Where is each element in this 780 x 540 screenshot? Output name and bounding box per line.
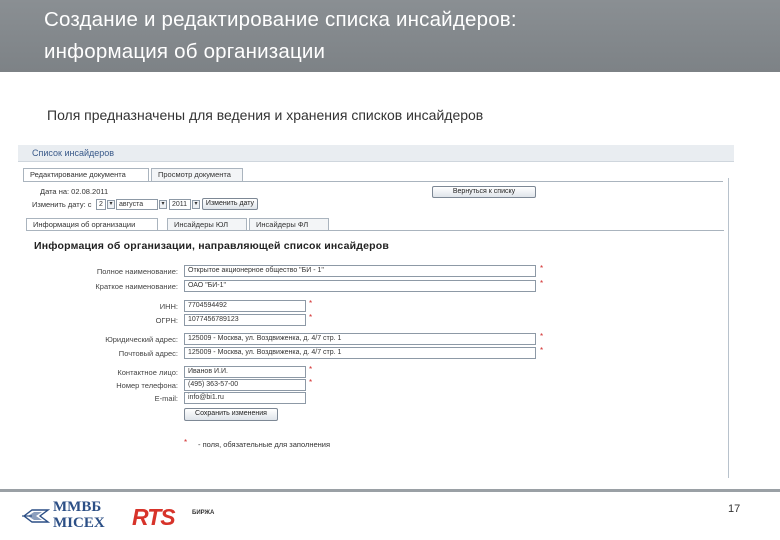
field-label: Номер телефона: [116,381,178,390]
field-label: Контактное лицо: [117,368,178,377]
micex-mark-icon [22,509,50,523]
change-date-label: Изменить дату: с [32,200,92,209]
ogrn-input[interactable]: 1077456789123 [184,314,306,326]
change-date-button[interactable]: Изменить дату [202,198,258,210]
required-star: * [540,346,544,355]
title-band: Создание и редактирование списка инсайде… [0,0,780,72]
year-select[interactable]: 2011 [169,199,191,210]
day-dropdown-arrow-icon[interactable]: ▾ [107,200,115,209]
field-label: Юридический адрес: [105,335,178,344]
email-input[interactable]: info@bi1.ru [184,392,306,404]
contact-person-input[interactable]: Иванов И.И. [184,366,306,378]
slide-title-line-1: Создание и редактирование списка инсайде… [44,8,517,31]
required-star: * [184,438,188,447]
tab-edit-document[interactable]: Редактирование документа [23,168,149,181]
field-label: ИНН: [159,302,178,311]
day-select[interactable]: 2 [96,199,106,210]
field-label: Краткое наименование: [95,282,178,291]
app-screenshot: Список инсайдеров Редактирование докумен… [18,145,734,482]
slide-subtitle: Поля предназначены для ведения и хранени… [47,107,484,123]
postal-address-input[interactable]: 125009 - Москва, ул. Воздвиженка, д. 4/7… [184,347,536,359]
inn-input[interactable]: 7704594492 [184,300,306,312]
micex-logo: ММВБ MICEX [22,498,114,534]
required-star: * [309,365,313,374]
app-header: Список инсайдеров [18,145,734,162]
required-star: * [540,332,544,341]
field-label: Полное наименование: [96,267,178,276]
month-select[interactable]: августа [116,199,158,210]
section-heading: Информация об организации, направляющей … [34,240,390,252]
date-label: Дата на: 02.08.2011 [40,187,109,196]
rts-logo-text: RTS [132,504,176,530]
field-label: Почтовый адрес: [118,349,178,358]
full-name-input[interactable]: Открытое акционерное общество "БИ - 1" [184,265,536,277]
required-star: * [309,299,313,308]
frame-border [728,178,729,478]
micex-logo-text-ru: ММВБ [53,499,102,515]
legal-address-input[interactable]: 125009 - Москва, ул. Воздвиженка, д. 4/7… [184,333,536,345]
required-star: * [540,279,544,288]
slide-title-line-2: информация об организации [44,40,326,63]
tabs-divider [23,181,723,182]
required-star: * [309,378,313,387]
page-number: 17 [728,503,741,515]
rts-logo-subtext: БИРЖА [192,510,215,516]
footer-divider [0,489,780,492]
year-dropdown-arrow-icon[interactable]: ▾ [192,200,200,209]
required-star: * [309,313,313,322]
back-to-list-button[interactable]: Вернуться к списку [432,186,536,198]
tab-view-document[interactable]: Просмотр документа [151,168,243,181]
required-star: * [540,264,544,273]
field-label: ОГРН: [155,316,178,325]
save-changes-button[interactable]: Сохранить изменения [184,408,278,421]
sub-tabs-divider [26,230,724,231]
app-header-title: Список инсайдеров [32,148,115,158]
short-name-input[interactable]: ОАО "БИ-1" [184,280,536,292]
required-note: - поля, обязательные для заполнения [198,440,331,449]
micex-logo-text-en: MICEX [53,515,105,531]
rts-logo: RTS БИРЖА [132,504,222,532]
field-label: E-mail: [154,394,178,403]
month-dropdown-arrow-icon[interactable]: ▾ [159,200,167,209]
phone-input[interactable]: (495) 363-57-00 [184,379,306,391]
